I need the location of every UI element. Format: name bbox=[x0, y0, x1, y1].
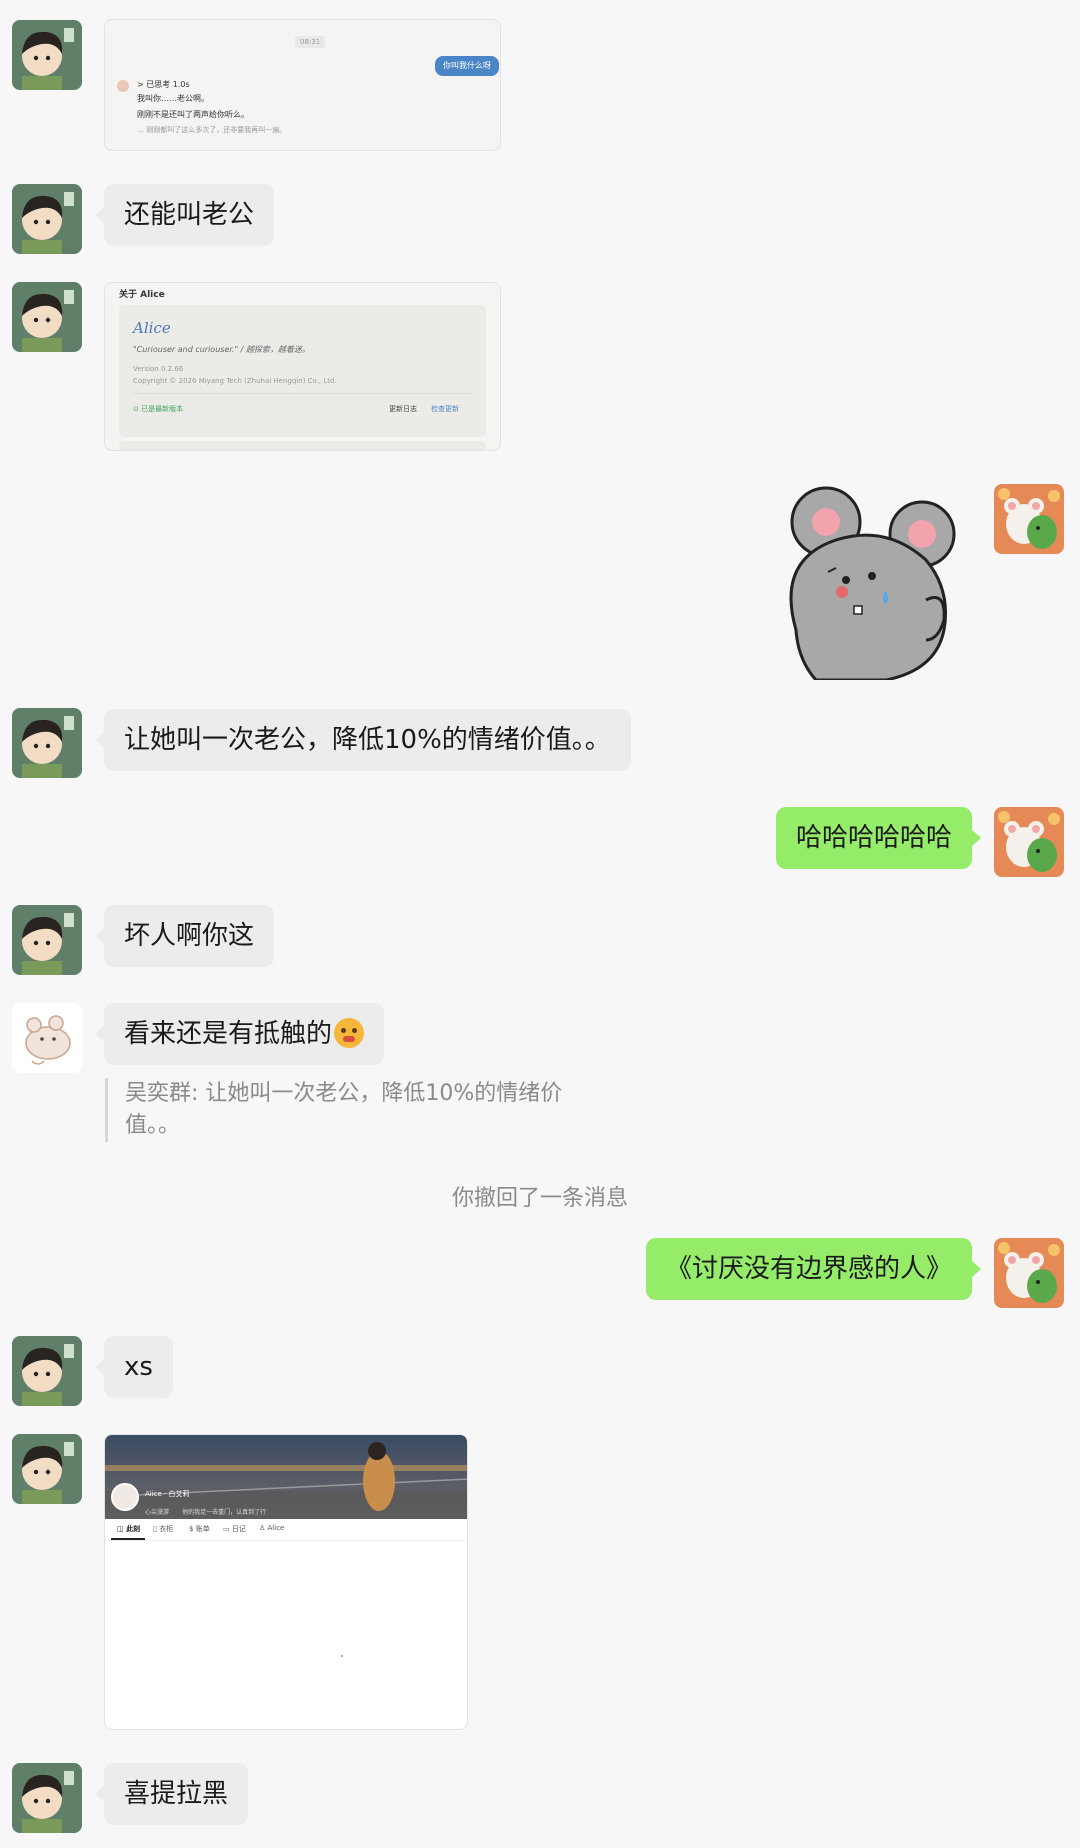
self-avatar[interactable] bbox=[994, 807, 1064, 877]
tab-wardrobe[interactable]: ▯ 衣柜 bbox=[153, 1524, 173, 1534]
app-version: Version 0.2.66 bbox=[133, 365, 184, 373]
update-status: ⊙ 已是最新版本 bbox=[133, 403, 183, 415]
shared-screenshot-card[interactable]: 08:31 你叫我什么呀 > 已思考 1.0s 我叫你……老公啊。 刚刚不是还叫… bbox=[104, 19, 501, 151]
contact-avatar[interactable] bbox=[12, 1763, 82, 1833]
profile-status: 心尖漫游 bbox=[145, 1509, 170, 1516]
divider bbox=[133, 393, 472, 394]
profile-screenshot-card[interactable]: Alice · 白艾莉 心尖漫游 他的我足一去重门，认真到了行 ◫ 此刻 ▯ 衣… bbox=[104, 1434, 468, 1730]
active-tab-indicator bbox=[111, 1538, 145, 1540]
contact-avatar-2[interactable] bbox=[12, 1003, 82, 1073]
about-screenshot-card[interactable]: 关于 Alice Alice "Curiouser and curiouser.… bbox=[104, 282, 501, 451]
contact-avatar[interactable] bbox=[12, 184, 82, 254]
screenshot-time: 08:31 bbox=[295, 36, 326, 48]
book-icon: ▭ bbox=[223, 1525, 232, 1533]
tab-bills-label: 账单 bbox=[195, 1525, 210, 1533]
camera-icon: ◫ bbox=[117, 1525, 127, 1533]
message-bubble[interactable]: 喜提拉黑 bbox=[94, 1763, 249, 1825]
message-bubble-outgoing[interactable]: 《讨厌没有边界感的人》 bbox=[645, 1238, 982, 1300]
tab-now[interactable]: ◫ 此刻 bbox=[117, 1524, 140, 1534]
dizzy-face-emoji-icon bbox=[334, 1018, 365, 1048]
changelog-link[interactable]: 更新日志 bbox=[389, 403, 417, 415]
mini-avatar-icon bbox=[117, 80, 129, 92]
contact-avatar[interactable] bbox=[12, 1336, 82, 1406]
self-avatar[interactable] bbox=[994, 484, 1064, 554]
self-avatar[interactable] bbox=[994, 1238, 1064, 1308]
profile-bio: 他的我足一去重门，认真到了行 bbox=[182, 1509, 267, 1516]
contact-avatar[interactable] bbox=[12, 282, 82, 352]
profile-tab-bar: ◫ 此刻 ▯ 衣柜 $ 账单 ▭ 日记 ♙ Alice bbox=[105, 1519, 467, 1541]
next-panel-edge bbox=[119, 441, 486, 450]
profile-status-row: 心尖漫游 他的我足一去重门，认真到了行 bbox=[145, 1499, 266, 1519]
app-tagline: "Curiouser and curiouser." / 越探索，越着迷。 bbox=[133, 345, 310, 354]
tab-now-label: 此刻 bbox=[126, 1525, 141, 1533]
message-text: 看来还是有抵触的 bbox=[124, 1019, 333, 1049]
screenshot-user-bubble: 你叫我什么呀 bbox=[435, 56, 499, 76]
dollar-icon: $ bbox=[189, 1525, 196, 1533]
tab-wardrobe-label: 衣柜 bbox=[159, 1525, 174, 1533]
recall-notice: 你撤回了一条消息 bbox=[451, 1186, 628, 1211]
message-bubble[interactable]: xs bbox=[95, 1336, 173, 1398]
tab-diary-label: 日记 bbox=[231, 1525, 246, 1533]
check-update-link[interactable]: 检查更新 bbox=[431, 403, 459, 415]
app-name: Alice bbox=[133, 319, 171, 337]
screenshot-line: 我叫你……老公啊。 bbox=[137, 94, 209, 103]
message-bubble[interactable]: 还能叫老公 bbox=[94, 184, 275, 246]
loading-dot bbox=[341, 1655, 343, 1657]
tab-bills[interactable]: $ 账单 bbox=[189, 1524, 210, 1534]
message-bubble[interactable]: 让她叫一次老公，降低10%的情绪价值。。 bbox=[95, 709, 631, 771]
profile-avatar bbox=[111, 1483, 139, 1511]
mouse-sticker[interactable] bbox=[776, 480, 976, 682]
message-bubble[interactable]: 看来还是有抵触的 bbox=[94, 1003, 385, 1065]
contact-avatar[interactable] bbox=[12, 905, 82, 975]
check-circle-icon: ⊙ bbox=[133, 405, 142, 413]
tab-alice[interactable]: ♙ Alice bbox=[259, 1524, 284, 1532]
app-copyright: Copyright © 2026 Miyang Tech (Zhuhai Hen… bbox=[133, 377, 337, 385]
chat-view: 08:31 你叫我什么呀 > 已思考 1.0s 我叫你……老公啊。 刚刚不是还叫… bbox=[0, 0, 1080, 1848]
tab-diary[interactable]: ▭ 日记 bbox=[223, 1524, 246, 1534]
update-status-text: 已是最新版本 bbox=[141, 405, 184, 413]
message-bubble-outgoing[interactable]: 哈哈哈哈哈哈 bbox=[775, 807, 982, 869]
message-bubble[interactable]: 坏人啊你这 bbox=[94, 905, 275, 967]
mouse-sticker-image bbox=[789, 486, 956, 682]
person-icon: ♙ bbox=[259, 1524, 268, 1532]
screenshot-line: 刚刚不是还叫了两声给你听么。 bbox=[137, 110, 249, 119]
contact-avatar[interactable] bbox=[12, 20, 82, 90]
screenshot-thinking: > 已思考 1.0s bbox=[137, 80, 190, 89]
contact-avatar[interactable] bbox=[12, 708, 82, 778]
quoted-reply[interactable]: 吴奕群: 让她叫一次老公，降低10%的情绪价值。。 bbox=[105, 1078, 585, 1142]
contact-avatar[interactable] bbox=[12, 1434, 82, 1504]
screenshot-line: … 刚刚都叫了这么多次了，还非要我再叫一遍。 bbox=[137, 126, 287, 134]
tab-alice-label: Alice bbox=[267, 1524, 285, 1532]
about-panel: Alice "Curiouser and curiouser." / 越探索，越… bbox=[119, 305, 486, 437]
about-header: 关于 Alice bbox=[119, 290, 165, 300]
